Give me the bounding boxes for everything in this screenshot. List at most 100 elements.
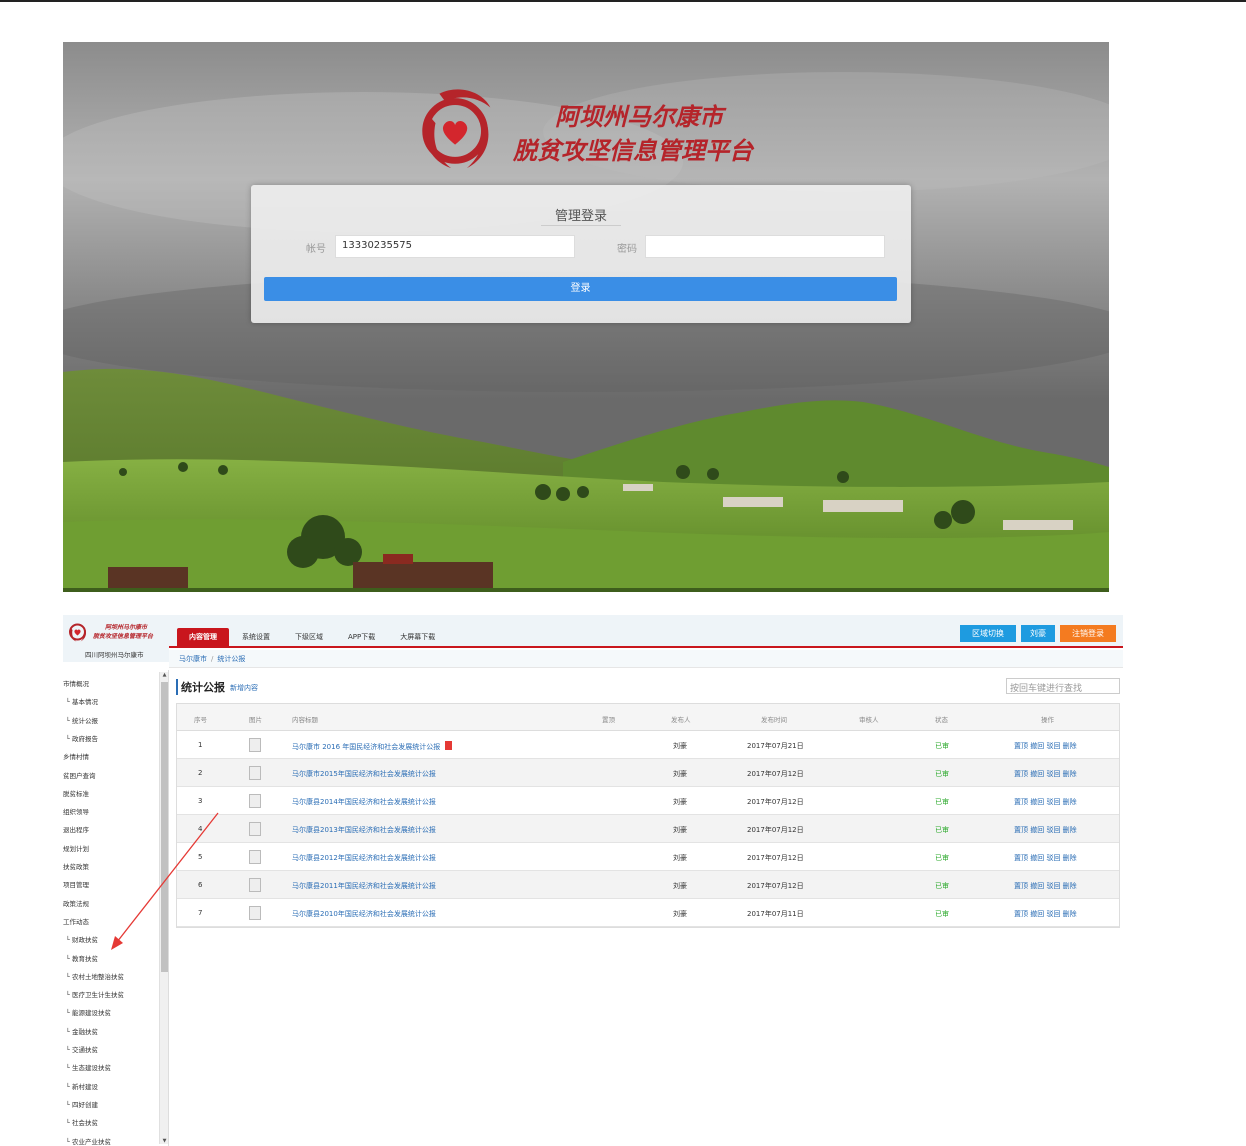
sidebar-item[interactable]: 组织领导 (63, 806, 89, 816)
sidebar-item[interactable]: └ 统计公报 (66, 715, 98, 725)
cell-actions[interactable]: 置顶 撤回 驳回 删除 (1014, 909, 1077, 919)
sidebar-item[interactable]: 工作动态 (63, 916, 89, 926)
nav-app-download[interactable]: APP下载 (336, 628, 387, 646)
add-content-link[interactable]: 新增内容 (230, 683, 258, 693)
nav-sub-regions[interactable]: 下级区域 (283, 628, 335, 646)
scroll-up-icon[interactable]: ▲ (161, 672, 168, 678)
cell-title[interactable]: 马尔康县2011年国民经济和社会发展统计公报 (292, 882, 436, 890)
login-button[interactable]: 登录 (264, 277, 897, 301)
table-row: 3 马尔康县2014年国民经济和社会发展统计公报 刘豪 2017年07月12日 已审 置顶… (177, 787, 1119, 815)
cell-publisher: 刘豪 (673, 854, 687, 862)
cell-title-link[interactable]: 马尔康县2010年国民经济和社会发展统计公报 (292, 909, 436, 919)
sidebar-item[interactable]: 规划计划 (63, 843, 89, 853)
search-input[interactable]: 按回车键进行查找 (1006, 678, 1120, 694)
cell-title-link[interactable]: 马尔康县2011年国民经济和社会发展统计公报 (292, 881, 436, 891)
cell-title-link[interactable]: 马尔康县2013年国民经济和社会发展统计公报 (292, 825, 436, 835)
image-thumbnail-icon[interactable] (249, 766, 261, 780)
sidebar-item[interactable]: └ 农村土地整治扶贫 (66, 971, 124, 981)
breadcrumb-bar: 马尔康市 / 统计公报 (169, 650, 1123, 668)
platform-logo-icon (422, 89, 491, 169)
cell-status: 已审 (935, 854, 949, 862)
table-body: 1 马尔康市 2016 年国民经济和社会发展统计公报 刘豪 2017年07月21日 已审… (177, 731, 1119, 927)
cell-status: 已审 (935, 798, 949, 806)
cell-no: 1 (198, 741, 203, 749)
sidebar-item[interactable]: └ 新村建设 (66, 1081, 98, 1091)
sidebar-item[interactable]: └ 基本情况 (66, 696, 98, 706)
top-nav: 内容管理 系统设置 下级区域 APP下载 大屏幕下载 (177, 628, 448, 646)
platform-title-line1: 阿坝州马尔康市 (555, 102, 723, 131)
image-thumbnail-icon[interactable] (249, 794, 261, 808)
breadcrumb: 马尔康市 / 统计公报 (179, 655, 246, 663)
cell-title[interactable]: 马尔康县2014年国民经济和社会发展统计公报 (292, 798, 436, 806)
logout-button[interactable]: 注销登录 (1060, 625, 1116, 642)
sidebar-item[interactable]: 市情概况 (63, 678, 89, 688)
sidebar-item[interactable]: └ 四好创建 (66, 1099, 98, 1109)
cell-title[interactable]: 马尔康县2012年国民经济和社会发展统计公报 (292, 854, 436, 862)
cell-actions[interactable]: 置顶 撤回 驳回 删除 (1014, 881, 1077, 891)
password-label: 密码 (617, 244, 637, 255)
sidebar-item[interactable]: └ 财政扶贫 (66, 934, 98, 944)
scroll-down-icon[interactable]: ▼ (161, 1138, 168, 1144)
account-input[interactable]: 13330235575 (335, 235, 575, 258)
breadcrumb-item-city[interactable]: 马尔康市 (179, 655, 207, 663)
cell-status: 已审 (935, 910, 949, 918)
sidebar-item[interactable]: 退出程序 (63, 824, 89, 834)
image-thumbnail-icon[interactable] (249, 850, 261, 864)
cell-status: 已审 (935, 770, 949, 778)
cell-title-link[interactable]: 马尔康县2012年国民经济和社会发展统计公报 (292, 853, 436, 863)
pdf-icon (445, 741, 453, 750)
sidebar-item[interactable]: └ 生态建设扶贫 (66, 1062, 111, 1072)
sidebar-item[interactable]: └ 能源建设扶贫 (66, 1007, 111, 1017)
sidebar-item[interactable]: 扶贫政策 (63, 861, 89, 871)
cell-title[interactable]: 马尔康县2013年国民经济和社会发展统计公报 (292, 826, 436, 834)
cell-title-link[interactable]: 马尔康市 2016 年国民经济和社会发展统计公报 (292, 741, 453, 752)
cell-publish-time: 2017年07月12日 (747, 826, 804, 834)
password-input[interactable] (645, 235, 885, 258)
sidebar-item[interactable]: 政策法规 (63, 898, 89, 908)
region-switch-button[interactable]: 区域切换 (960, 625, 1016, 642)
sidebar-item[interactable]: 乡情村情 (63, 751, 89, 761)
user-button[interactable]: 刘豪 (1021, 625, 1055, 642)
table-row: 2 马尔康市2015年国民经济和社会发展统计公报 刘豪 2017年07月12日 已审 置顶… (177, 759, 1119, 787)
login-panel-title: 管理登录 (554, 209, 607, 224)
cell-actions[interactable]: 置顶 撤回 驳回 删除 (1014, 797, 1077, 807)
sidebar-item[interactable]: 贫困户查询 (63, 770, 96, 780)
cell-actions[interactable]: 置顶 撤回 驳回 删除 (1014, 769, 1077, 779)
cell-actions[interactable]: 置顶 撤回 驳回 删除 (1014, 853, 1077, 863)
sidebar-item[interactable]: └ 农业产业扶贫 (66, 1136, 111, 1146)
sidebar-item[interactable]: └ 教育扶贫 (66, 953, 98, 963)
image-thumbnail-icon[interactable] (249, 822, 261, 836)
sidebar-item[interactable]: └ 金融扶贫 (66, 1026, 98, 1036)
col-header-title: 内容标题 (292, 716, 318, 724)
sidebar-item[interactable]: └ 医疗卫生计生扶贫 (66, 989, 124, 999)
cell-actions[interactable]: 置顶 撤回 驳回 删除 (1014, 741, 1077, 751)
login-screenshot: 阿坝州马尔康市 脱贫攻坚信息管理平台 管理登录 帐号 13330235575 密… (63, 42, 1109, 592)
cell-actions[interactable]: 置顶 撤回 驳回 删除 (1014, 825, 1077, 835)
table-row: 6 马尔康县2011年国民经济和社会发展统计公报 刘豪 2017年07月12日 已审 置顶… (177, 871, 1119, 899)
nav-system-settings[interactable]: 系统设置 (230, 628, 282, 646)
cell-status: 已审 (935, 742, 949, 750)
sidebar-item[interactable]: └ 社会扶贫 (66, 1117, 98, 1127)
breadcrumb-item-current[interactable]: 统计公报 (217, 655, 245, 663)
cell-publish-time: 2017年07月12日 (747, 770, 804, 778)
cell-publish-time: 2017年07月12日 (747, 854, 804, 862)
cell-title[interactable]: 马尔康市 2016 年国民经济和社会发展统计公报 (292, 743, 440, 751)
sidebar-item[interactable]: └ 交通扶贫 (66, 1044, 98, 1054)
nav-content-management[interactable]: 内容管理 (177, 628, 229, 646)
table-row: 7 马尔康县2010年国民经济和社会发展统计公报 刘豪 2017年07月11日 已审 置顶… (177, 899, 1119, 927)
cell-title-link[interactable]: 马尔康市2015年国民经济和社会发展统计公报 (292, 769, 436, 779)
image-thumbnail-icon[interactable] (249, 906, 261, 920)
image-thumbnail-icon[interactable] (249, 738, 261, 752)
nav-bigscreen-download[interactable]: 大屏幕下载 (388, 628, 447, 646)
sidebar-item[interactable]: 脱贫标准 (63, 788, 89, 798)
admin-logo-icon (69, 623, 87, 642)
sidebar-item[interactable]: 项目管理 (63, 879, 89, 889)
cell-title[interactable]: 马尔康县2010年国民经济和社会发展统计公报 (292, 910, 436, 918)
cell-title-link[interactable]: 马尔康县2014年国民经济和社会发展统计公报 (292, 797, 436, 807)
table-row: 4 马尔康县2013年国民经济和社会发展统计公报 刘豪 2017年07月12日 已审 置顶… (177, 815, 1119, 843)
cell-status: 已审 (935, 826, 949, 834)
sidebar-item[interactable]: └ 政府报告 (66, 733, 98, 743)
cell-title[interactable]: 马尔康市2015年国民经济和社会发展统计公报 (292, 770, 436, 778)
image-thumbnail-icon[interactable] (249, 878, 261, 892)
cell-status: 已审 (935, 882, 949, 890)
